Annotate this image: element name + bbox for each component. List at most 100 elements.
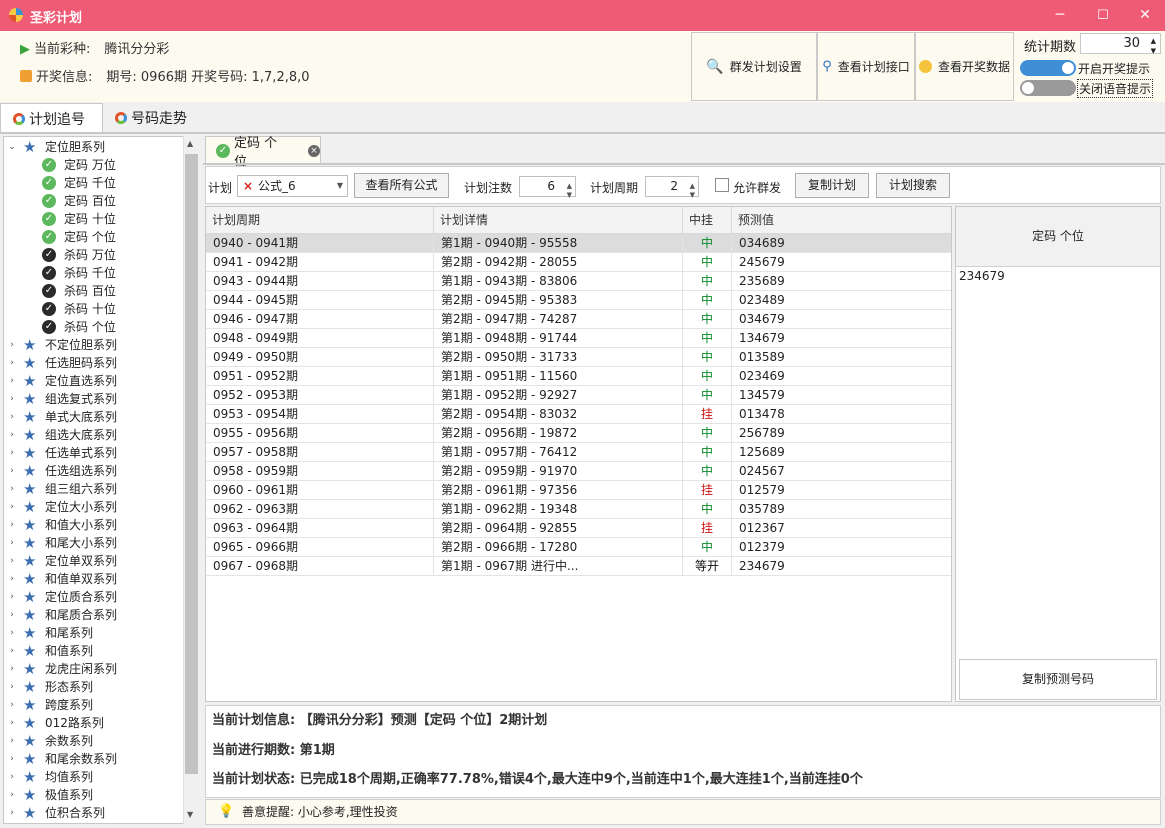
stepper-down-icon[interactable]: ▼ bbox=[567, 186, 572, 205]
tree-category[interactable]: › ★ 定位质合系列 bbox=[4, 588, 184, 606]
tree-item[interactable]: ✓ 定码 百位 bbox=[4, 192, 184, 210]
chevron-right-icon[interactable]: › bbox=[7, 552, 17, 570]
tree-category[interactable]: ⌄ ★ 定位胆系列 bbox=[4, 138, 184, 156]
chevron-right-icon[interactable]: › bbox=[7, 768, 17, 786]
column-header-detail[interactable]: 计划详情 bbox=[434, 207, 683, 234]
tree-category[interactable]: › ★ 定位大小系列 bbox=[4, 498, 184, 516]
draw-notice-toggle[interactable] bbox=[1020, 60, 1076, 76]
chevron-right-icon[interactable]: › bbox=[7, 750, 17, 768]
tree-category[interactable]: › ★ 和尾质合系列 bbox=[4, 606, 184, 624]
tree-item[interactable]: ✓ 定码 十位 bbox=[4, 210, 184, 228]
tree-category[interactable]: › ★ 和尾系列 bbox=[4, 624, 184, 642]
tree-category[interactable]: › ★ 组三组六系列 bbox=[4, 480, 184, 498]
tab-number-trend[interactable]: 号码走势 bbox=[103, 103, 203, 133]
chevron-right-icon[interactable]: › bbox=[7, 462, 17, 480]
tree-category[interactable]: › ★ 和值大小系列 bbox=[4, 516, 184, 534]
scroll-up-icon[interactable]: ▲ bbox=[187, 139, 193, 148]
tree-item[interactable]: ✓ 定码 千位 bbox=[4, 174, 184, 192]
stepper-down-icon[interactable]: ▼ bbox=[690, 186, 695, 205]
tree-category[interactable]: › ★ 定位直选系列 bbox=[4, 372, 184, 390]
maximize-button[interactable]: ☐ bbox=[1082, 0, 1124, 31]
tab-plan-tracking[interactable]: 计划追号 bbox=[0, 103, 103, 133]
tree-item[interactable]: ✓ 杀码 十位 bbox=[4, 300, 184, 318]
plan-grid[interactable]: 计划周期 计划详情 中挂 预测值 0940 - 0941期 第1期 - 0940期… bbox=[205, 206, 952, 702]
tree-category[interactable]: › ★ 定位单双系列 bbox=[4, 552, 184, 570]
chevron-right-icon[interactable]: › bbox=[7, 444, 17, 462]
close-button[interactable]: ✕ bbox=[1124, 0, 1165, 31]
tree-category[interactable]: › ★ 和值单双系列 bbox=[4, 570, 184, 588]
stat-periods-stepper[interactable]: 30 ▲ ▼ bbox=[1080, 33, 1161, 55]
tree-category[interactable]: › ★ 任选单式系列 bbox=[4, 444, 184, 462]
cycle-stepper[interactable]: 2 ▲ ▼ bbox=[645, 176, 699, 199]
tree-category[interactable]: › ★ 组选复式系列 bbox=[4, 390, 184, 408]
column-header-prediction[interactable]: 预测值 bbox=[732, 207, 951, 234]
chevron-right-icon[interactable]: › bbox=[7, 336, 17, 354]
tree-scrollbar[interactable]: ▲ ▼ bbox=[183, 136, 199, 824]
chevron-right-icon[interactable]: › bbox=[7, 678, 17, 696]
tree-category[interactable]: › ★ 组选大底系列 bbox=[4, 426, 184, 444]
tree-item[interactable]: ✓ 杀码 千位 bbox=[4, 264, 184, 282]
copy-plan-button[interactable]: 复制计划 bbox=[795, 173, 869, 198]
chevron-right-icon[interactable]: › bbox=[7, 534, 17, 552]
chevron-right-icon[interactable]: › bbox=[7, 588, 17, 606]
minimize-button[interactable]: ─ bbox=[1039, 0, 1081, 31]
tab-dingma-gewei[interactable]: ✓ 定码 个位 × bbox=[205, 136, 321, 170]
column-header-period[interactable]: 计划周期 bbox=[206, 207, 434, 234]
tree-category[interactable]: › ★ 极值系列 bbox=[4, 786, 184, 804]
view-draw-data-button[interactable]: 查看开奖数据 bbox=[915, 32, 1014, 101]
chevron-right-icon[interactable]: › bbox=[7, 624, 17, 642]
stepper-down-icon[interactable]: ▼ bbox=[1151, 42, 1156, 61]
chevron-right-icon[interactable]: › bbox=[7, 354, 17, 372]
tree-item[interactable]: ✓ 杀码 个位 bbox=[4, 318, 184, 336]
plan-search-button[interactable]: 计划搜索 bbox=[876, 173, 950, 198]
bet-count-stepper[interactable]: 6 ▲ ▼ bbox=[519, 176, 576, 199]
tree-item[interactable]: ✓ 定码 个位 bbox=[4, 228, 184, 246]
tree-category[interactable]: › ★ 和尾余数系列 bbox=[4, 750, 184, 768]
chevron-right-icon[interactable]: › bbox=[7, 480, 17, 498]
tree-item[interactable]: ✓ 杀码 百位 bbox=[4, 282, 184, 300]
chevron-right-icon[interactable]: › bbox=[7, 660, 17, 678]
chevron-right-icon[interactable]: › bbox=[7, 426, 17, 444]
chevron-right-icon[interactable]: › bbox=[7, 390, 17, 408]
tree-item[interactable]: ✓ 杀码 万位 bbox=[4, 246, 184, 264]
tree-category[interactable]: › ★ 龙虎庄闲系列 bbox=[4, 660, 184, 678]
chevron-right-icon[interactable]: › bbox=[7, 714, 17, 732]
tree-category[interactable]: › ★ 不定位胆系列 bbox=[4, 336, 184, 354]
chevron-down-icon[interactable]: ⌄ bbox=[7, 138, 17, 156]
tree-category[interactable]: › ★ 形态系列 bbox=[4, 678, 184, 696]
tree-category[interactable]: › ★ 和尾大小系列 bbox=[4, 534, 184, 552]
plan-select[interactable]: × 公式_6 ▼ bbox=[237, 175, 348, 197]
allow-group-send-checkbox[interactable] bbox=[715, 178, 729, 192]
chevron-right-icon[interactable]: › bbox=[7, 372, 17, 390]
chevron-right-icon[interactable]: › bbox=[7, 732, 17, 750]
voice-notice-toggle[interactable] bbox=[1020, 80, 1076, 96]
view-plan-api-button[interactable]: ⚲ 查看计划接口 bbox=[817, 32, 915, 101]
scroll-down-icon[interactable]: ▼ bbox=[187, 810, 193, 819]
group-plan-settings-button[interactable]: 🔍 群发计划设置 bbox=[691, 32, 817, 101]
tree-category[interactable]: › ★ 位积合系列 bbox=[4, 804, 184, 822]
column-header-result[interactable]: 中挂 bbox=[683, 207, 732, 234]
tree-category[interactable]: › ★ 余数系列 bbox=[4, 732, 184, 750]
plan-category-tree[interactable]: ⌄ ★ 定位胆系列 ✓ 定码 万位 ✓ 定码 千位 ✓ 定码 百位 ✓ 定码 十位 ✓ 定码 个位 ✓ 杀码… bbox=[3, 136, 199, 824]
tree-category[interactable]: › ★ 跨度系列 bbox=[4, 696, 184, 714]
chevron-right-icon[interactable]: › bbox=[7, 570, 17, 588]
tree-category[interactable]: › ★ 012路系列 bbox=[4, 714, 184, 732]
chevron-right-icon[interactable]: › bbox=[7, 408, 17, 426]
tree-category[interactable]: › ★ 任选组选系列 bbox=[4, 462, 184, 480]
tree-category[interactable]: › ★ 均值系列 bbox=[4, 768, 184, 786]
chevron-right-icon[interactable]: › bbox=[7, 696, 17, 714]
tree-item[interactable]: ✓ 定码 万位 bbox=[4, 156, 184, 174]
chevron-right-icon[interactable]: › bbox=[7, 606, 17, 624]
chevron-right-icon[interactable]: › bbox=[7, 516, 17, 534]
chevron-right-icon[interactable]: › bbox=[7, 786, 17, 804]
close-tab-icon[interactable]: × bbox=[308, 144, 320, 157]
chevron-right-icon[interactable]: › bbox=[7, 642, 17, 660]
tree-category[interactable]: › ★ 和值系列 bbox=[4, 642, 184, 660]
view-all-formulas-button[interactable]: 查看所有公式 bbox=[354, 173, 449, 198]
copy-prediction-button[interactable]: 复制预测号码 bbox=[959, 659, 1157, 700]
tree-category[interactable]: › ★ 单式大底系列 bbox=[4, 408, 184, 426]
chevron-right-icon[interactable]: › bbox=[7, 804, 17, 822]
chevron-right-icon[interactable]: › bbox=[7, 498, 17, 516]
scroll-thumb[interactable] bbox=[185, 154, 198, 774]
tree-category[interactable]: › ★ 任选胆码系列 bbox=[4, 354, 184, 372]
